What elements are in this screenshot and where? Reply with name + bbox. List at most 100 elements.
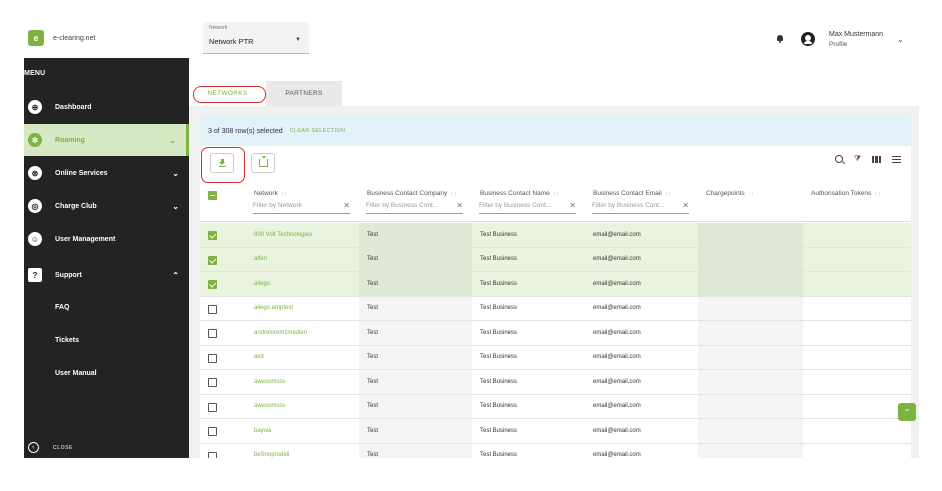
- clear-filter-icon[interactable]: ✕: [569, 201, 576, 210]
- cell-contact-name: Test Business: [480, 354, 518, 361]
- table-row[interactable]: allego.emptest Test Test Business email@ema…: [200, 296, 911, 321]
- cell-network[interactable]: alfen: [254, 248, 267, 272]
- column-header-business-contact-name[interactable]: Business Contact Name ↑↓: [480, 190, 559, 197]
- cell-email: email@email.com: [593, 452, 641, 458]
- table-row[interactable]: allego Test Test Business email@email.com: [200, 272, 911, 297]
- chevron-down-icon[interactable]: ⌄: [897, 35, 904, 44]
- cell-network[interactable]: 800 Volt Technologies: [254, 223, 312, 247]
- logo-mark: e: [33, 33, 39, 43]
- logo-text: e-clearing.net: [53, 34, 96, 42]
- sidebar-item-dashboard[interactable]: ⊕ Dashboard: [24, 91, 189, 123]
- row-checkbox[interactable]: [208, 231, 217, 240]
- cell-network[interactable]: avd: [254, 346, 264, 370]
- sidebar-item-charge-club[interactable]: ◎ Charge Club ⌄: [24, 190, 189, 222]
- notification-bell-icon[interactable]: [776, 35, 784, 43]
- cell-company: Test: [367, 354, 379, 361]
- sidebar-item-online-services[interactable]: ⊗ Online Services ⌄: [24, 157, 189, 189]
- chevron-up-icon: ⌃: [172, 270, 179, 280]
- logo-bar[interactable]: e e-clearing.net: [24, 18, 189, 58]
- cell-network[interactable]: beSnoprodell: [254, 444, 289, 458]
- columns-icon[interactable]: [872, 155, 881, 163]
- sidebar-item-label: Dashboard: [55, 103, 92, 111]
- cell-email: email@email.com: [593, 280, 641, 287]
- support-icon: ?: [28, 268, 42, 282]
- charge-club-icon: ◎: [28, 199, 42, 213]
- cell-network[interactable]: baywa: [254, 419, 271, 443]
- cell-email: email@email.com: [593, 231, 641, 238]
- cell-network[interactable]: awesomsss: [254, 395, 285, 419]
- network-select[interactable]: Network Network PTR ▼: [203, 22, 309, 54]
- chevron-down-icon: ⌄: [172, 201, 179, 211]
- dropdown-arrow-icon: ▼: [295, 37, 301, 43]
- sidebar-item-roaming[interactable]: ✲ Roaming ⌄: [24, 124, 189, 156]
- search-icon[interactable]: [834, 155, 843, 163]
- cell-company: Test: [367, 256, 379, 263]
- cell-network[interactable]: andreloremzmedien: [254, 321, 307, 345]
- sidebar-item-user-management[interactable]: ☺ User Management: [24, 223, 189, 255]
- column-header-chargepoints[interactable]: Chargepoints ↑↓: [706, 190, 754, 197]
- user-name[interactable]: Max Mustermann: [829, 31, 883, 38]
- sidebar-subitem-faq[interactable]: FAQ: [55, 304, 69, 311]
- cell-company: Test: [367, 231, 379, 238]
- cell-company: Test: [367, 378, 379, 385]
- table-row[interactable]: baywa Test Test Business email@email.com: [200, 419, 911, 444]
- select-all-checkbox[interactable]: [208, 191, 217, 200]
- table-row[interactable]: awesomsss Test Test Business email@email.co…: [200, 370, 911, 395]
- close-label: CLOSE: [53, 444, 73, 451]
- row-checkbox[interactable]: [208, 353, 217, 363]
- selection-bar: 3 of 308 row(s) selected CLEAR SELECTION: [200, 116, 911, 146]
- density-icon[interactable]: [892, 155, 901, 163]
- dashboard-icon: ⊕: [28, 100, 42, 114]
- row-checkbox[interactable]: [208, 280, 217, 289]
- column-header-business-contact-company[interactable]: Business Contact Company ↑↓: [367, 190, 457, 197]
- network-select-value: Network PTR: [209, 37, 254, 46]
- filter-network-input[interactable]: Filter by Network ✕: [253, 201, 350, 214]
- sidebar-item-label: Roaming: [55, 136, 85, 144]
- column-header-business-contact-email[interactable]: Business Contact Email ↑↓: [593, 190, 671, 197]
- cell-network[interactable]: allego.emptest: [254, 297, 293, 321]
- filter-company-input[interactable]: Filter by Business Cont... ✕: [366, 201, 463, 214]
- scroll-to-top-button[interactable]: ⌃: [898, 403, 916, 421]
- column-header-network[interactable]: Network ↑↓: [254, 190, 287, 197]
- cell-contact-name: Test Business: [480, 280, 518, 287]
- user-role[interactable]: Profile: [829, 41, 847, 48]
- clear-selection-button[interactable]: CLEAR SELECTION: [290, 128, 346, 134]
- row-checkbox[interactable]: [208, 304, 217, 314]
- cell-email: email@email.com: [593, 329, 641, 336]
- user-avatar-icon[interactable]: [801, 32, 815, 46]
- filter-contact-name-input[interactable]: Filter by Business Cont... ✕: [479, 201, 576, 214]
- cell-contact-name: Test Business: [480, 329, 518, 336]
- sort-icon: ↑↓: [747, 190, 755, 197]
- sidebar-subitem-user-manual[interactable]: User Manual: [55, 370, 97, 377]
- sidebar-subitem-tickets[interactable]: Tickets: [55, 337, 79, 344]
- column-header-authorisation-tokens[interactable]: Authorisation Tokens ↑↓: [811, 190, 881, 197]
- filter-email-input[interactable]: Filter by Business Cont... ✕: [592, 201, 689, 214]
- row-checkbox[interactable]: [208, 378, 217, 387]
- row-checkbox[interactable]: [208, 255, 217, 265]
- sidebar-item-support[interactable]: ? Support ⌃: [24, 259, 189, 291]
- export-button[interactable]: [251, 153, 275, 173]
- table-row[interactable]: beSnoprodell Test Test Business email@email…: [200, 443, 911, 458]
- clear-filter-icon[interactable]: ✕: [456, 201, 463, 210]
- clear-filter-icon[interactable]: ✕: [682, 201, 689, 210]
- cell-contact-name: Test Business: [480, 452, 518, 458]
- tab-partners[interactable]: PARTNERS: [266, 81, 342, 106]
- table-row[interactable]: 800 Volt Technologies Test Test Business em…: [200, 223, 911, 248]
- row-checkbox[interactable]: [208, 402, 217, 412]
- table-row[interactable]: awesomsss Test Test Business email@email.co…: [200, 394, 911, 419]
- row-checkbox[interactable]: [208, 329, 217, 338]
- clear-filter-icon[interactable]: ✕: [343, 201, 350, 210]
- row-checkbox[interactable]: [208, 451, 217, 458]
- row-checkbox[interactable]: [208, 427, 217, 436]
- filter-off-icon[interactable]: ⧩: [854, 154, 861, 164]
- sidebar: e e-clearing.net MENU ⊕ Dashboard ✲ Roam…: [24, 18, 189, 458]
- table-row[interactable]: andreloremzmedien Test Test Business email@…: [200, 321, 911, 346]
- cell-contact-name: Test Business: [480, 231, 518, 238]
- export-icon: [258, 156, 268, 167]
- table-row[interactable]: alfen Test Test Business email@email.com: [200, 247, 911, 272]
- cell-network[interactable]: allego: [254, 272, 270, 296]
- cell-network[interactable]: awesomsss: [254, 370, 285, 394]
- sidebar-close-button[interactable]: ‹ CLOSE: [28, 442, 73, 453]
- table-row[interactable]: avd Test Test Business email@email.com: [200, 345, 911, 370]
- cell-email: email@email.com: [593, 403, 641, 410]
